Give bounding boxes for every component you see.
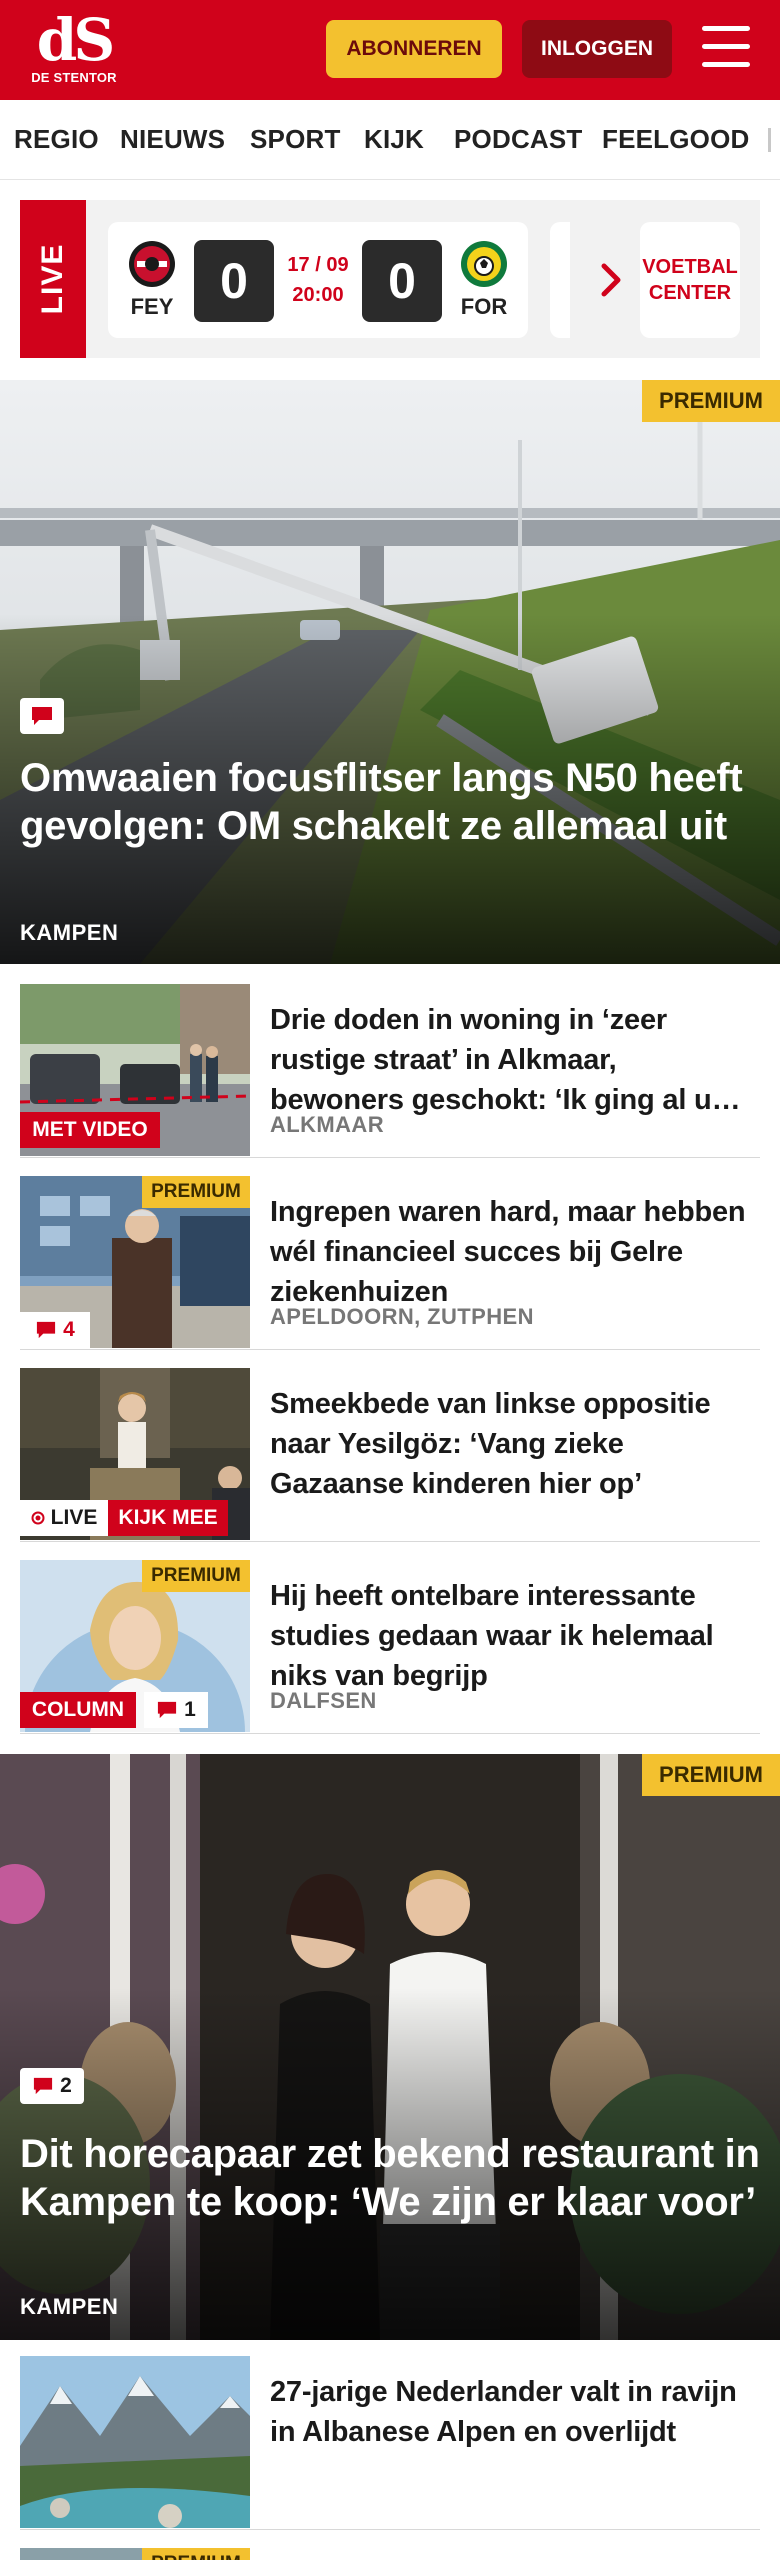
thumbnail-hospital-man: PREMIUM 4 [20,1176,250,1348]
match-time: 20:00 [292,284,344,306]
comment-icon [37,1321,56,1339]
premium-badge: PREMIUM [642,380,780,422]
article-location: DALFSEN [270,1688,377,1713]
hero-title[interactable]: Dit horecapaar zet bekend restaurant in … [20,2130,760,2226]
site-logo[interactable]: dS DE STENTOR [24,6,124,88]
voetbal-center-link[interactable]: VOETBAL CENTER [640,222,740,338]
nav-item-podcast[interactable]: PODCAST [454,124,583,155]
subscribe-button[interactable]: ABONNEREN [326,20,502,78]
hero-title[interactable]: Omwaaien focusflitser langs N50 heeft ge… [20,754,760,850]
thumbnail-partial: PREMIUM [20,2548,250,2560]
article-location: ALKMAAR [270,1112,385,1137]
article-title[interactable]: Smeekbede van linkse oppositie naar Yesi… [270,1384,750,1504]
kijk-mee-tag[interactable]: KIJK MEE [108,1500,228,1536]
article-gelre[interactable]: PREMIUM 4 Ingrepen waren hard, maar hebb… [20,1176,760,1350]
premium-badge: PREMIUM [142,1560,250,1592]
article-title[interactable]: Ingrepen waren hard, maar hebben wél fin… [270,1192,750,1312]
article-next-partial[interactable]: PREMIUM [20,2548,760,2560]
thumbnail-police-street: MET VIDEO [20,984,250,1156]
nav-item-nieuws[interactable]: NIEUWS [120,124,225,155]
comment-count-value: 1 [184,1698,196,1721]
comment-count-value: 4 [63,1318,75,1341]
live-tag: LIVE [20,200,86,358]
away-score: 0 [362,240,442,322]
nav-item-regio[interactable]: REGIO [14,124,99,155]
comment-count[interactable]: 2 [20,2068,84,2104]
thumbnail-albanian-alps [20,2356,250,2528]
article-yesilgoz[interactable]: LIVE KIJK MEE Smeekbede van linkse oppos… [20,1368,760,1542]
kickoff-time: 17 / 09 20:00 [278,250,358,310]
article-column-dalfsen[interactable]: PREMIUM COLUMN 1 Hij heeft ontelbare int… [20,1560,760,1734]
comment-icon [34,2077,53,2095]
premium-badge: PREMIUM [142,2548,250,2560]
nav-overflow-indicator [768,128,771,152]
logo-text: DE STENTOR [31,70,117,85]
article-title[interactable]: 27-jarige Nederlander valt in ravijn in … [270,2372,750,2452]
column-tag: COLUMN [20,1692,136,1728]
next-match-card[interactable] [550,222,570,338]
nav-item-kijk[interactable]: KIJK [364,124,424,155]
premium-badge: PREMIUM [642,1754,780,1796]
comment-icon[interactable] [20,698,64,734]
live-indicator: LIVE [20,1500,108,1536]
chevron-right-icon[interactable] [592,250,632,310]
premium-badge: PREMIUM [142,1176,250,1208]
hamburger-icon[interactable] [702,26,750,70]
match-date: 17 / 09 [287,254,349,276]
nav-item-sport[interactable]: SPORT [250,124,341,155]
away-team: FOR [454,240,514,320]
home-team-abbr: FEY [130,294,174,319]
live-dot-icon [31,1511,45,1525]
fortuna-crest-icon [460,240,508,288]
top-bar: dS DE STENTOR ABONNEREN INLOGGEN [0,0,780,100]
section-nav: REGIO NIEUWS SPORT KIJK PODCAST FEELGOOD [0,100,780,180]
match-card[interactable]: FEY 0 17 / 09 20:00 0 FOR [108,222,528,338]
hero-location: KAMPEN [20,2294,119,2319]
comment-count-value: 2 [60,2074,72,2097]
away-team-abbr: FOR [460,294,508,319]
hero-article-horecapaar[interactable]: PREMIUM 2 Dit horecapaar zet bekend rest… [0,1754,780,2340]
thumbnail-columnist: PREMIUM COLUMN 1 [20,1560,250,1732]
thumbnail-parliament: LIVE KIJK MEE [20,1368,250,1540]
feyenoord-crest-icon [128,240,176,288]
live-label: LIVE [50,1506,98,1529]
article-title[interactable]: Drie doden in woning in ‘zeer rustige st… [270,1000,750,1120]
logo-mark: dS [36,6,115,74]
live-score-widget: LIVE FEY 0 17 / 09 20:00 0 FOR VOETBAL C… [20,200,760,358]
login-button[interactable]: INLOGGEN [522,20,672,78]
article-location: APELDOORN, ZUTPHEN [270,1304,534,1329]
comment-count[interactable]: 1 [144,1692,208,1728]
article-title[interactable]: Hij heeft ontelbare interessante studies… [270,1576,750,1696]
hero-location: KAMPEN [20,920,119,945]
home-score: 0 [194,240,274,322]
home-team: FEY [122,240,182,320]
nav-item-feelgood[interactable]: FEELGOOD [602,124,750,155]
hero-article-focusflitser[interactable]: PREMIUM Omwaaien focusflitser langs N50 … [0,380,780,964]
video-tag: MET VIDEO [20,1112,160,1148]
comment-count[interactable]: 4 [20,1312,90,1348]
comment-icon [158,1701,177,1719]
article-alkmaar[interactable]: MET VIDEO Drie doden in woning in ‘zeer … [20,984,760,1158]
article-albanese-alpen[interactable]: 27-jarige Nederlander valt in ravijn in … [20,2356,760,2530]
